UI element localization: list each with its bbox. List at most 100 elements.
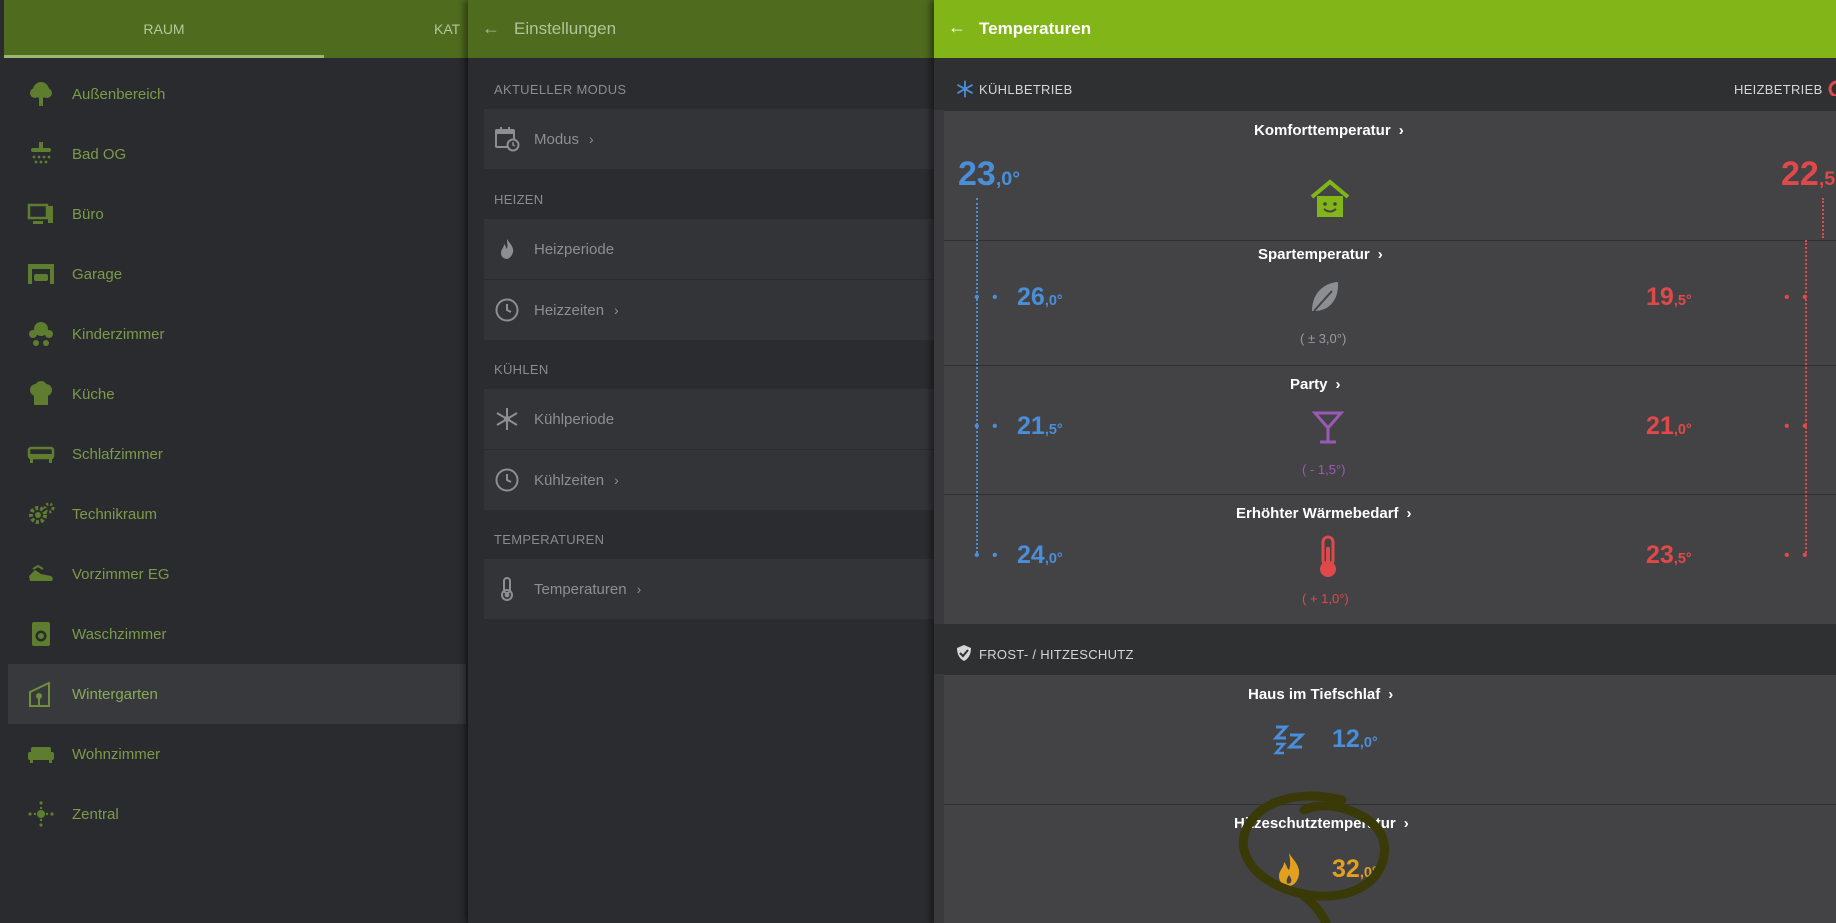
room-aussenbereich[interactable]: Außenbereich xyxy=(8,64,466,124)
shield-icon xyxy=(956,644,972,667)
row-kuehlzeiten[interactable]: Kühlzeiten › xyxy=(484,450,934,510)
row-modus[interactable]: Modus › xyxy=(484,109,934,169)
chevron-right-icon: › xyxy=(1403,815,1409,832)
cool-connector-dots: • • xyxy=(974,289,1002,306)
room-label: Außenbereich xyxy=(72,85,166,103)
chevron-right-icon: › xyxy=(1388,686,1394,703)
room-buero[interactable]: Büro xyxy=(8,184,466,244)
row-temperaturen[interactable]: Temperaturen › xyxy=(484,559,934,619)
increased-demand-title[interactable]: Erhöhter Wärmebedarf › xyxy=(1236,505,1412,522)
chevron-right-icon: › xyxy=(614,472,619,488)
settings-panel: ← Einstellungen AKTUELLER MODUS Modus › … xyxy=(468,0,934,923)
washing-machine-icon xyxy=(26,619,56,649)
row-heizzeiten[interactable]: Heizzeiten › xyxy=(484,280,934,340)
flame-icon xyxy=(494,236,520,262)
room-label: Vorzimmer EG xyxy=(72,565,170,583)
greenhouse-icon xyxy=(26,679,56,709)
gears-icon xyxy=(26,499,56,529)
rooms-panel: RAUM KAT Außenbereich Bad OG Büro Garage… xyxy=(0,0,470,923)
room-technikraum[interactable]: Technikraum xyxy=(8,484,466,544)
home-smile-icon xyxy=(1308,179,1352,224)
back-arrow-icon[interactable]: ← xyxy=(948,17,966,38)
room-kinderzimmer[interactable]: Kinderzimmer xyxy=(8,304,466,364)
saving-card[interactable]: Spartemperatur › • • 26,0° 19,5° • • ( ± … xyxy=(944,240,1836,365)
party-card[interactable]: Party › • • 21,5° 21,0° • • ( - 1,5°) xyxy=(944,365,1836,494)
party-title[interactable]: Party › xyxy=(1290,376,1341,393)
shower-icon xyxy=(26,139,56,169)
room-garage[interactable]: Garage xyxy=(8,244,466,304)
row-label: Kühlperiode xyxy=(534,410,615,428)
temperatures-header: ← Temperaturen xyxy=(934,0,1836,58)
saving-cool-value[interactable]: 26,0° xyxy=(1017,283,1063,312)
cooling-label: KÜHLBETRIEB xyxy=(979,82,1073,97)
comfort-heat-value[interactable]: 22,5° xyxy=(1781,155,1836,194)
sofa-icon xyxy=(26,739,56,769)
saving-heat-value[interactable]: 19,5° xyxy=(1646,283,1692,312)
heating-label: HEIZBETRIEB xyxy=(1734,82,1823,97)
shoes-icon xyxy=(26,559,56,589)
chevron-right-icon: › xyxy=(1377,246,1383,263)
cool-connector-dots: • • xyxy=(974,418,1002,435)
temperatures-title: Temperaturen xyxy=(979,19,1092,38)
room-vorzimmer-eg[interactable]: Vorzimmer EG xyxy=(8,544,466,604)
comfort-cool-value[interactable]: 23,0° xyxy=(958,155,1020,194)
tab-raum[interactable]: RAUM xyxy=(4,0,324,58)
room-zentral[interactable]: Zentral xyxy=(8,784,466,844)
comfort-title[interactable]: Komforttemperatur › xyxy=(1254,122,1404,139)
row-label: Modus xyxy=(534,130,580,148)
room-label: Garage xyxy=(72,265,123,283)
room-label: Zentral xyxy=(72,805,119,823)
row-heizperiode[interactable]: Heizperiode xyxy=(484,219,934,279)
party-heat-value[interactable]: 21,0° xyxy=(1646,412,1692,441)
leaf-icon xyxy=(1308,279,1342,320)
section-label-heizen: HEIZEN xyxy=(494,192,544,207)
deep-sleep-title[interactable]: Haus im Tiefschlaf › xyxy=(1248,686,1393,703)
deep-sleep-value[interactable]: 12,0° xyxy=(1332,725,1378,754)
row-kuehlperiode[interactable]: Kühlperiode xyxy=(484,389,934,449)
clock-icon xyxy=(494,297,520,323)
annotation-circle xyxy=(1238,791,1390,923)
chevron-right-icon: › xyxy=(1335,376,1341,393)
chevron-right-icon: › xyxy=(1398,122,1404,139)
chevron-right-icon: › xyxy=(589,131,594,147)
increased-demand-card[interactable]: Erhöhter Wärmebedarf › • • 24,0° 23,5° • … xyxy=(944,494,1836,624)
party-cool-value[interactable]: 21,5° xyxy=(1017,412,1063,441)
garage-icon xyxy=(26,259,56,289)
thermometer-icon xyxy=(494,576,520,602)
tree-icon xyxy=(26,79,56,109)
calendar-clock-icon xyxy=(494,126,520,152)
central-icon xyxy=(26,799,56,829)
room-bad-og[interactable]: Bad OG xyxy=(8,124,466,184)
increased-heat-value[interactable]: 23,5° xyxy=(1646,541,1692,570)
room-kueche[interactable]: Küche xyxy=(8,364,466,424)
heat-dotted-line xyxy=(1805,240,1807,553)
clock-icon xyxy=(494,467,520,493)
computer-icon xyxy=(26,199,56,229)
settings-header: ← Einstellungen xyxy=(468,0,934,58)
room-schlafzimmer[interactable]: Schlafzimmer xyxy=(8,424,466,484)
frost-heat-label: FROST- / HITZESCHUTZ xyxy=(979,647,1134,662)
room-wintergarten[interactable]: Wintergarten xyxy=(8,664,466,724)
section-label-kuehlen: KÜHLEN xyxy=(494,362,549,377)
sleep-zz-icon xyxy=(1272,723,1306,762)
comfort-card[interactable]: Komforttemperatur› 23,0° 22,5° xyxy=(944,110,1836,240)
increased-cool-value[interactable]: 24,0° xyxy=(1017,541,1063,570)
room-waschzimmer[interactable]: Waschzimmer xyxy=(8,604,466,664)
room-label: Waschzimmer xyxy=(72,625,167,643)
room-wohnzimmer[interactable]: Wohnzimmer xyxy=(8,724,466,784)
room-label: Technikraum xyxy=(72,505,158,523)
toys-icon xyxy=(26,319,56,349)
saving-title[interactable]: Spartemperatur › xyxy=(1258,246,1383,263)
room-label: Büro xyxy=(72,205,104,223)
chevron-right-icon: › xyxy=(614,302,619,318)
room-label: Wintergarten xyxy=(72,685,158,703)
chevron-right-icon: › xyxy=(1406,505,1412,522)
heat-connector-dots: • • xyxy=(1784,418,1812,435)
back-arrow-icon[interactable]: ← xyxy=(482,18,500,39)
snowflake-icon xyxy=(956,80,974,103)
row-label: Temperaturen xyxy=(534,580,627,598)
row-label: Kühlzeiten xyxy=(534,471,605,489)
heat-dotted-line-top xyxy=(1822,198,1824,238)
temperatures-panel: ← Temperaturen KÜHLBETRIEB HEIZBETRIEB K… xyxy=(934,0,1836,923)
heat-connector-dots: • • xyxy=(1784,547,1812,564)
